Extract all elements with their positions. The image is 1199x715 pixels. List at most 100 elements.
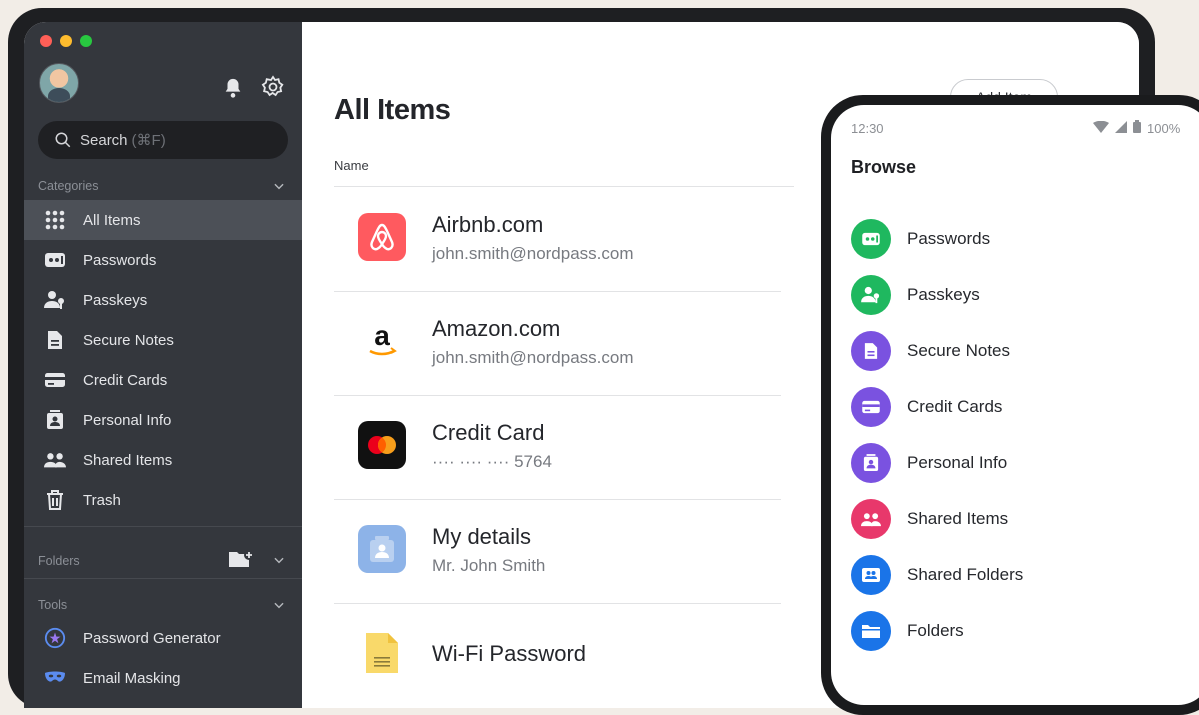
note-icon [851, 331, 891, 371]
item-subtitle: Mr. John Smith [432, 556, 546, 575]
list-item[interactable]: a Amazon.com john.smith@nordpass.com [334, 291, 781, 396]
column-header-name[interactable]: Name [334, 158, 369, 173]
mastercard-logo [358, 421, 406, 469]
sidebar-divider [24, 578, 302, 579]
sidebar-item-passwords[interactable]: Passwords [24, 240, 302, 280]
browse-item-label: Shared Folders [907, 565, 1024, 584]
list-item[interactable]: Credit Card ···· ···· ···· 5764 [334, 395, 781, 500]
battery-level: 100% [1147, 120, 1181, 136]
sidebar-item-email-masking[interactable]: Email Masking [24, 658, 302, 698]
list-item[interactable]: Wi-Fi Password [334, 603, 781, 707]
passkey-icon [44, 289, 66, 311]
sidebar-item-label: Secure Notes [83, 331, 174, 349]
sidebar-item-label: Password Generator [83, 629, 221, 647]
browse-item-shared-items[interactable]: Shared Items [851, 499, 1008, 539]
sidebar-item-label: Passkeys [83, 291, 148, 309]
signal-icon [1115, 120, 1127, 136]
bell-icon[interactable] [222, 77, 244, 104]
item-title: Wi-Fi Password [432, 641, 587, 666]
browse-item-label: Passwords [907, 229, 991, 248]
browse-item-label: Secure Notes [907, 341, 1010, 360]
maximize-window-button[interactable] [80, 35, 92, 47]
item-subtitle: john.smith@nordpass.com [432, 244, 634, 263]
gear-icon[interactable] [261, 75, 285, 104]
svg-text:a: a [374, 321, 390, 351]
shared-folder-icon [851, 555, 891, 595]
search-shortcut: (⌘F) [131, 132, 166, 149]
folder-icon [851, 611, 891, 651]
browse-item-passwords[interactable]: Passwords [851, 219, 990, 259]
window-controls [40, 35, 92, 47]
browse-item-folders[interactable]: Folders [851, 611, 964, 651]
sidebar-item-personal-info[interactable]: Personal Info [24, 400, 302, 440]
list-item[interactable]: My details Mr. John Smith [334, 499, 781, 604]
sidebar-item-label: Shared Items [83, 451, 173, 469]
sidebar-item-all-items[interactable]: All Items [24, 200, 302, 240]
mobile-device: 12:30 100% Browse Passwords Passkeys Sec… [821, 95, 1199, 715]
password-icon [44, 249, 66, 271]
chevron-down-icon[interactable] [272, 553, 286, 572]
browse-item-personal-info[interactable]: Personal Info [851, 443, 1007, 483]
browse-item-secure-notes[interactable]: Secure Notes [851, 331, 1010, 371]
browse-item-label: Credit Cards [907, 397, 1003, 416]
chevron-down-icon[interactable] [272, 179, 286, 198]
chevron-down-icon[interactable] [272, 598, 286, 617]
minimize-window-button[interactable] [60, 35, 72, 47]
credit-card-icon [44, 369, 66, 391]
amazon-logo: a [358, 317, 406, 365]
password-icon [851, 219, 891, 259]
categories-label: Categories [38, 179, 99, 193]
grid-icon [44, 209, 66, 231]
note-icon [44, 329, 66, 351]
id-badge-icon [44, 409, 66, 431]
sidebar-item-label: Credit Cards [83, 371, 168, 389]
page-title: All Items [334, 94, 451, 126]
search-icon [54, 131, 72, 149]
mobile-screen: 12:30 100% Browse Passwords Passkeys Sec… [831, 105, 1199, 705]
browse-item-label: Folders [907, 621, 964, 640]
sidebar-item-secure-notes[interactable]: Secure Notes [24, 320, 302, 360]
item-subtitle: john.smith@nordpass.com [432, 348, 634, 367]
browse-item-label: Passkeys [907, 285, 980, 304]
sidebar-item-password-generator[interactable]: Password Generator [24, 618, 302, 658]
list-item[interactable]: Airbnb.com john.smith@nordpass.com [334, 187, 781, 292]
credit-card-icon [851, 387, 891, 427]
browse-item-label: Personal Info [907, 453, 1008, 472]
sidebar-item-passkeys[interactable]: Passkeys [24, 280, 302, 320]
browse-item-label: Shared Items [907, 509, 1009, 528]
shared-users-icon [44, 449, 66, 471]
close-window-button[interactable] [40, 35, 52, 47]
id-badge-icon [851, 443, 891, 483]
mask-icon [44, 667, 66, 689]
sidebar-item-shared-items[interactable]: Shared Items [24, 440, 302, 480]
search-input[interactable]: Search (⌘F) [38, 121, 288, 159]
item-title: Amazon.com [432, 316, 561, 341]
sidebar-item-credit-cards[interactable]: Credit Cards [24, 360, 302, 400]
page-title: Browse [851, 157, 917, 177]
personal-info-icon [358, 525, 406, 573]
trash-icon [44, 489, 66, 511]
sidebar-item-label: Personal Info [83, 411, 172, 429]
sidebar-item-label: Email Masking [83, 669, 181, 687]
browse-item-shared-folders[interactable]: Shared Folders [851, 555, 1023, 595]
item-title: Airbnb.com [432, 212, 544, 237]
note-icon [358, 629, 406, 677]
item-title: Credit Card [432, 420, 545, 445]
browse-item-credit-cards[interactable]: Credit Cards [851, 387, 1002, 427]
sidebar: Search (⌘F) Categories All Items Passwor… [24, 22, 302, 708]
generator-icon [44, 627, 66, 649]
sidebar-item-label: Trash [83, 491, 121, 509]
sidebar-item-trash[interactable]: Trash [24, 480, 302, 520]
add-folder-icon[interactable] [228, 549, 254, 574]
status-bar: 100% [1093, 120, 1180, 136]
passkey-icon [851, 275, 891, 315]
folders-label: Folders [38, 554, 80, 568]
status-time: 12:30 [851, 121, 884, 136]
avatar[interactable] [39, 63, 79, 103]
sidebar-item-label: All Items [83, 211, 141, 229]
sidebar-divider [24, 526, 302, 527]
browse-item-passkeys[interactable]: Passkeys [851, 275, 980, 315]
shared-users-icon [851, 499, 891, 539]
battery-icon [1133, 120, 1141, 136]
wifi-icon [1093, 120, 1109, 136]
